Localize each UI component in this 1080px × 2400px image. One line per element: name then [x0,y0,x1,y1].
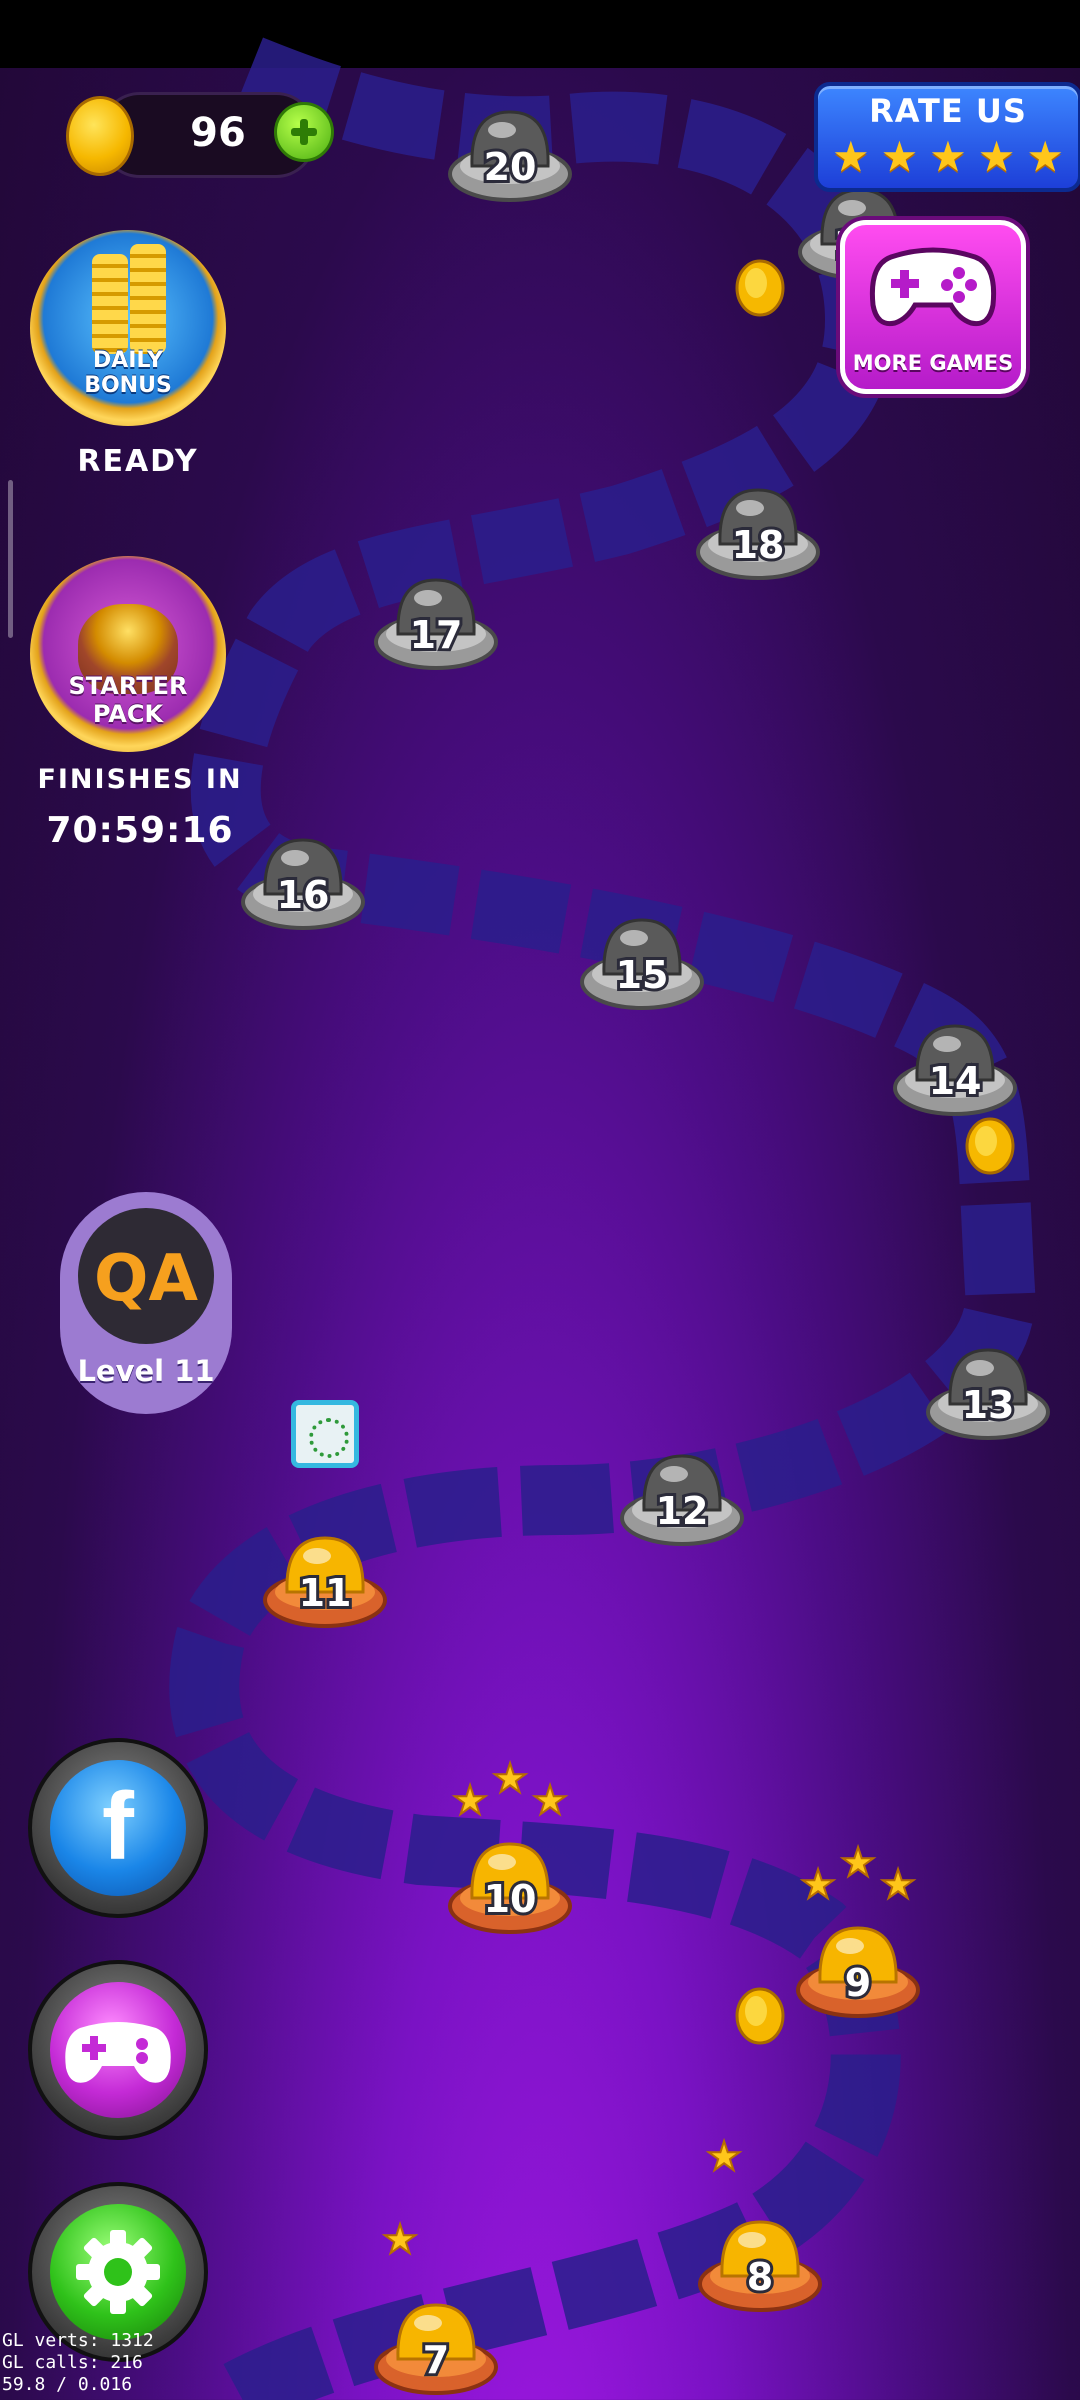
starter-pack-finishes-label: FINISHES IN [37,764,243,795]
reward-chest-icon[interactable] [291,1400,359,1468]
scroll-indicator [8,480,13,638]
gamepad-icon-wrap [50,1982,186,2118]
gamepad-icon [869,247,997,327]
debug-overlay: GL verts: 1312 GL calls: 216 59.8 / 0.01… [2,2330,154,2396]
games-button[interactable] [28,1960,208,2140]
map-path-segment [169,37,1036,2400]
daily-bonus-label-line2: BONUS [84,373,172,398]
level-number: 11 [299,1571,352,1615]
rate-us-label: RATE US [869,92,1027,130]
level-number: 15 [616,953,669,997]
level-dome-shine [966,1360,994,1376]
avatar: QA [78,1208,214,1344]
level-number: 16 [277,873,330,917]
level-star-icon: ★ [382,2217,418,2263]
level-dome-shine [736,500,764,516]
level-star-icon: ★ [532,1778,568,1824]
debug-line: GL verts: 1312 [2,2330,154,2351]
map-coin-icon [735,1987,785,2045]
rate-us-button[interactable]: RATE US ★ ★ ★ ★ ★ [814,82,1080,192]
debug-line: GL calls: 216 [2,2352,143,2373]
level-dome-shine [488,1854,516,1870]
map-coin-icon [965,1117,1015,1175]
level-dome-shine [738,2232,766,2248]
coin-count: 96 [190,110,246,156]
starter-pack-button[interactable]: STARTER PACK [30,556,226,752]
rate-stars: ★ ★ ★ ★ ★ [832,134,1064,180]
level-star-icon: ★ [706,2134,742,2180]
level-dome-shine [660,1466,688,1482]
ring-icon [309,1418,349,1458]
level-dome-shine [414,590,442,606]
level-number: 10 [484,1877,537,1921]
level-star-icon: ★ [800,1862,836,1908]
coin-icon [66,96,134,176]
player-level: Level 11 [77,1354,215,1388]
daily-bonus-label: DAILY BONUS [70,348,186,398]
facebook-button[interactable]: f [28,1738,208,1918]
level-nodes: 7★8★9★★★10★★★11121314151617181920 [241,110,1050,2395]
starter-pack-timer: 70:59:16 [46,810,234,851]
level-dome-shine [620,930,648,946]
level-dome-shine [281,850,309,866]
level-star-icon: ★ [452,1778,488,1824]
add-coins-button[interactable] [274,102,334,162]
level-dome-shine [414,2315,442,2331]
level-number: 13 [962,1383,1015,1427]
gear-icon-wrap [50,2204,186,2340]
gear-icon [76,2230,160,2314]
level-star-icon: ★ [880,1862,916,1908]
level-number: 9 [845,1961,871,2005]
level-number: 8 [747,2255,773,2299]
map-path [169,37,1036,2400]
level-number: 14 [929,1059,982,1103]
level-number: 18 [732,523,785,567]
level-star-icon: ★ [492,1756,528,1802]
level-number: 20 [484,145,537,189]
map-coin-icon [735,259,785,317]
level-star-icon: ★ [840,1840,876,1886]
star-icon: ★ [977,132,1016,181]
star-icon: ★ [832,132,870,181]
starter-pack-label-line2: PACK [92,700,164,728]
gamepad-icon [65,2022,171,2083]
level-dome-shine [836,1938,864,1954]
level-number: 12 [656,1489,709,1533]
player-profile[interactable]: QA Level 11 [60,1192,232,1414]
debug-line: 59.8 / 0.016 [2,2374,133,2395]
level-number: 17 [410,613,463,657]
star-icon: ★ [929,132,967,181]
level-dome-shine [488,122,516,138]
coin-stack-icon [92,254,128,354]
facebook-icon: f [50,1760,186,1896]
level-number: 7 [423,2338,449,2382]
more-games-button[interactable]: MORE GAMES [840,220,1026,394]
level-dome-shine [303,1548,331,1564]
more-games-label: MORE GAMES [852,351,1014,375]
level-dome-shine [933,1036,961,1052]
starter-pack-label-line1: STARTER [68,672,188,700]
daily-bonus-button[interactable]: DAILY BONUS [30,230,226,426]
starter-pack-label: STARTER PACK [60,672,196,728]
star-icon: ★ [880,132,919,181]
daily-bonus-status: READY [77,444,199,479]
daily-bonus-label-line1: DAILY [93,348,163,373]
avatar-initials: QA [94,1242,198,1316]
facebook-glyph: f [102,1773,134,1880]
level-dome-shine [838,200,866,216]
star-icon: ★ [1026,132,1064,181]
coin-stack-icon [130,244,166,354]
